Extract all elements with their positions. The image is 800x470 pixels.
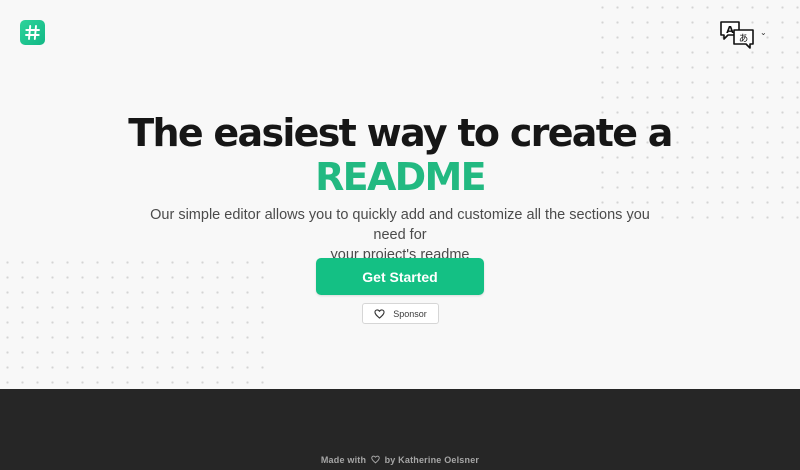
chevron-down-icon: ⌄ xyxy=(760,27,767,37)
svg-text:A: A xyxy=(726,25,734,36)
heart-icon xyxy=(371,455,380,464)
sponsor-button[interactable]: Sponsor xyxy=(362,303,439,324)
logo[interactable] xyxy=(20,20,45,45)
title-line-2: README xyxy=(315,155,486,199)
language-selector[interactable]: A あ ⌄ xyxy=(718,19,770,49)
credit-prefix: Made with xyxy=(320,455,367,465)
page-subtitle: Our simple editor allows you to quickly … xyxy=(140,205,660,265)
footer-credit: Made with by Katherine Oelsner xyxy=(0,455,800,465)
sponsor-label: Sponsor xyxy=(393,308,427,319)
hash-icon xyxy=(25,25,40,40)
hero-section: A あ ⌄ The easiest way to create a README… xyxy=(0,0,800,389)
translate-icon: A あ xyxy=(720,21,754,49)
footer: Made with by Katherine Oelsner xyxy=(0,389,800,470)
svg-text:あ: あ xyxy=(739,34,749,45)
page-title: The easiest way to create a README xyxy=(0,111,800,199)
heart-icon xyxy=(374,308,385,319)
dot-pattern-left xyxy=(0,255,270,389)
get-started-button[interactable]: Get Started xyxy=(316,258,484,295)
subtitle-line-1: Our simple editor allows you to quickly … xyxy=(150,207,650,243)
title-line-1: The easiest way to create a xyxy=(128,111,673,155)
credit-suffix: by Katherine Oelsner xyxy=(384,455,480,465)
